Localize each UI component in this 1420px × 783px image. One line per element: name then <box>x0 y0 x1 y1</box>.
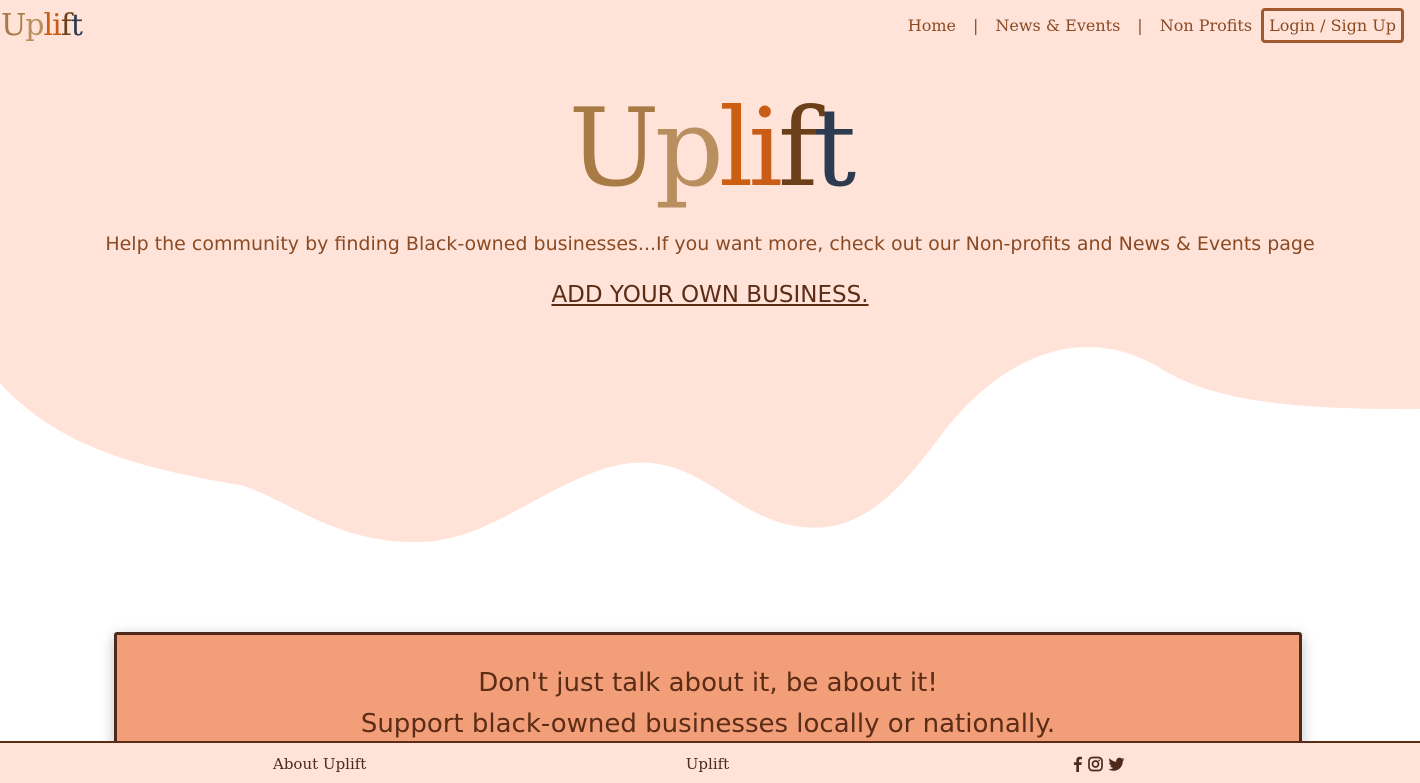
instagram-icon[interactable] <box>1088 756 1103 772</box>
login-signup-button[interactable]: Login / Sign Up <box>1261 7 1404 43</box>
hero-title-letter: U <box>568 86 660 211</box>
nav-news-events-link[interactable]: News & Events <box>991 16 1124 35</box>
hero-title-letter: p <box>654 86 724 211</box>
brand-letter: i <box>52 8 62 43</box>
hero-title-letter: f <box>777 86 818 211</box>
facebook-icon[interactable] <box>1072 756 1083 772</box>
navbar: Uplift Home | News & Events | Non Profit… <box>0 0 1420 52</box>
add-business-link[interactable]: ADD YOUR OWN BUSINESS. <box>551 282 868 308</box>
nav-links: Home | News & Events | Non Profits Login… <box>904 6 1404 44</box>
hero-cta-container: ADD YOUR OWN BUSINESS. <box>0 282 1420 308</box>
footer-brand: Uplift <box>685 755 730 773</box>
brand-letter: l <box>43 8 54 43</box>
brand-letter: t <box>70 8 83 43</box>
twitter-icon[interactable] <box>1108 756 1125 772</box>
hero-title-letter: t <box>812 86 856 211</box>
nav-home-link[interactable]: Home <box>904 16 960 35</box>
hero-title-letter: i <box>748 86 782 211</box>
hero-title-letter: l <box>718 86 753 211</box>
nav-nonprofits-link[interactable]: Non Profits <box>1156 16 1256 35</box>
promo-subline: Support black-owned businesses locally o… <box>360 709 1056 739</box>
brand-letter: U <box>1 8 26 43</box>
brand-letter: p <box>25 8 44 43</box>
nav-separator: | <box>972 15 979 35</box>
hero-tagline: Help the community by finding Black-owne… <box>105 233 1315 255</box>
nav-separator: | <box>1137 15 1143 35</box>
hero-title: Uplift <box>0 84 1420 214</box>
footer: About Uplift Uplift <box>0 741 1420 783</box>
brand-logo[interactable]: Uplift <box>1 8 83 44</box>
promo-headline: Don't just talk about it, be about it! <box>478 668 938 698</box>
footer-social-icons <box>1072 756 1125 772</box>
brand-letter: f <box>60 8 72 43</box>
